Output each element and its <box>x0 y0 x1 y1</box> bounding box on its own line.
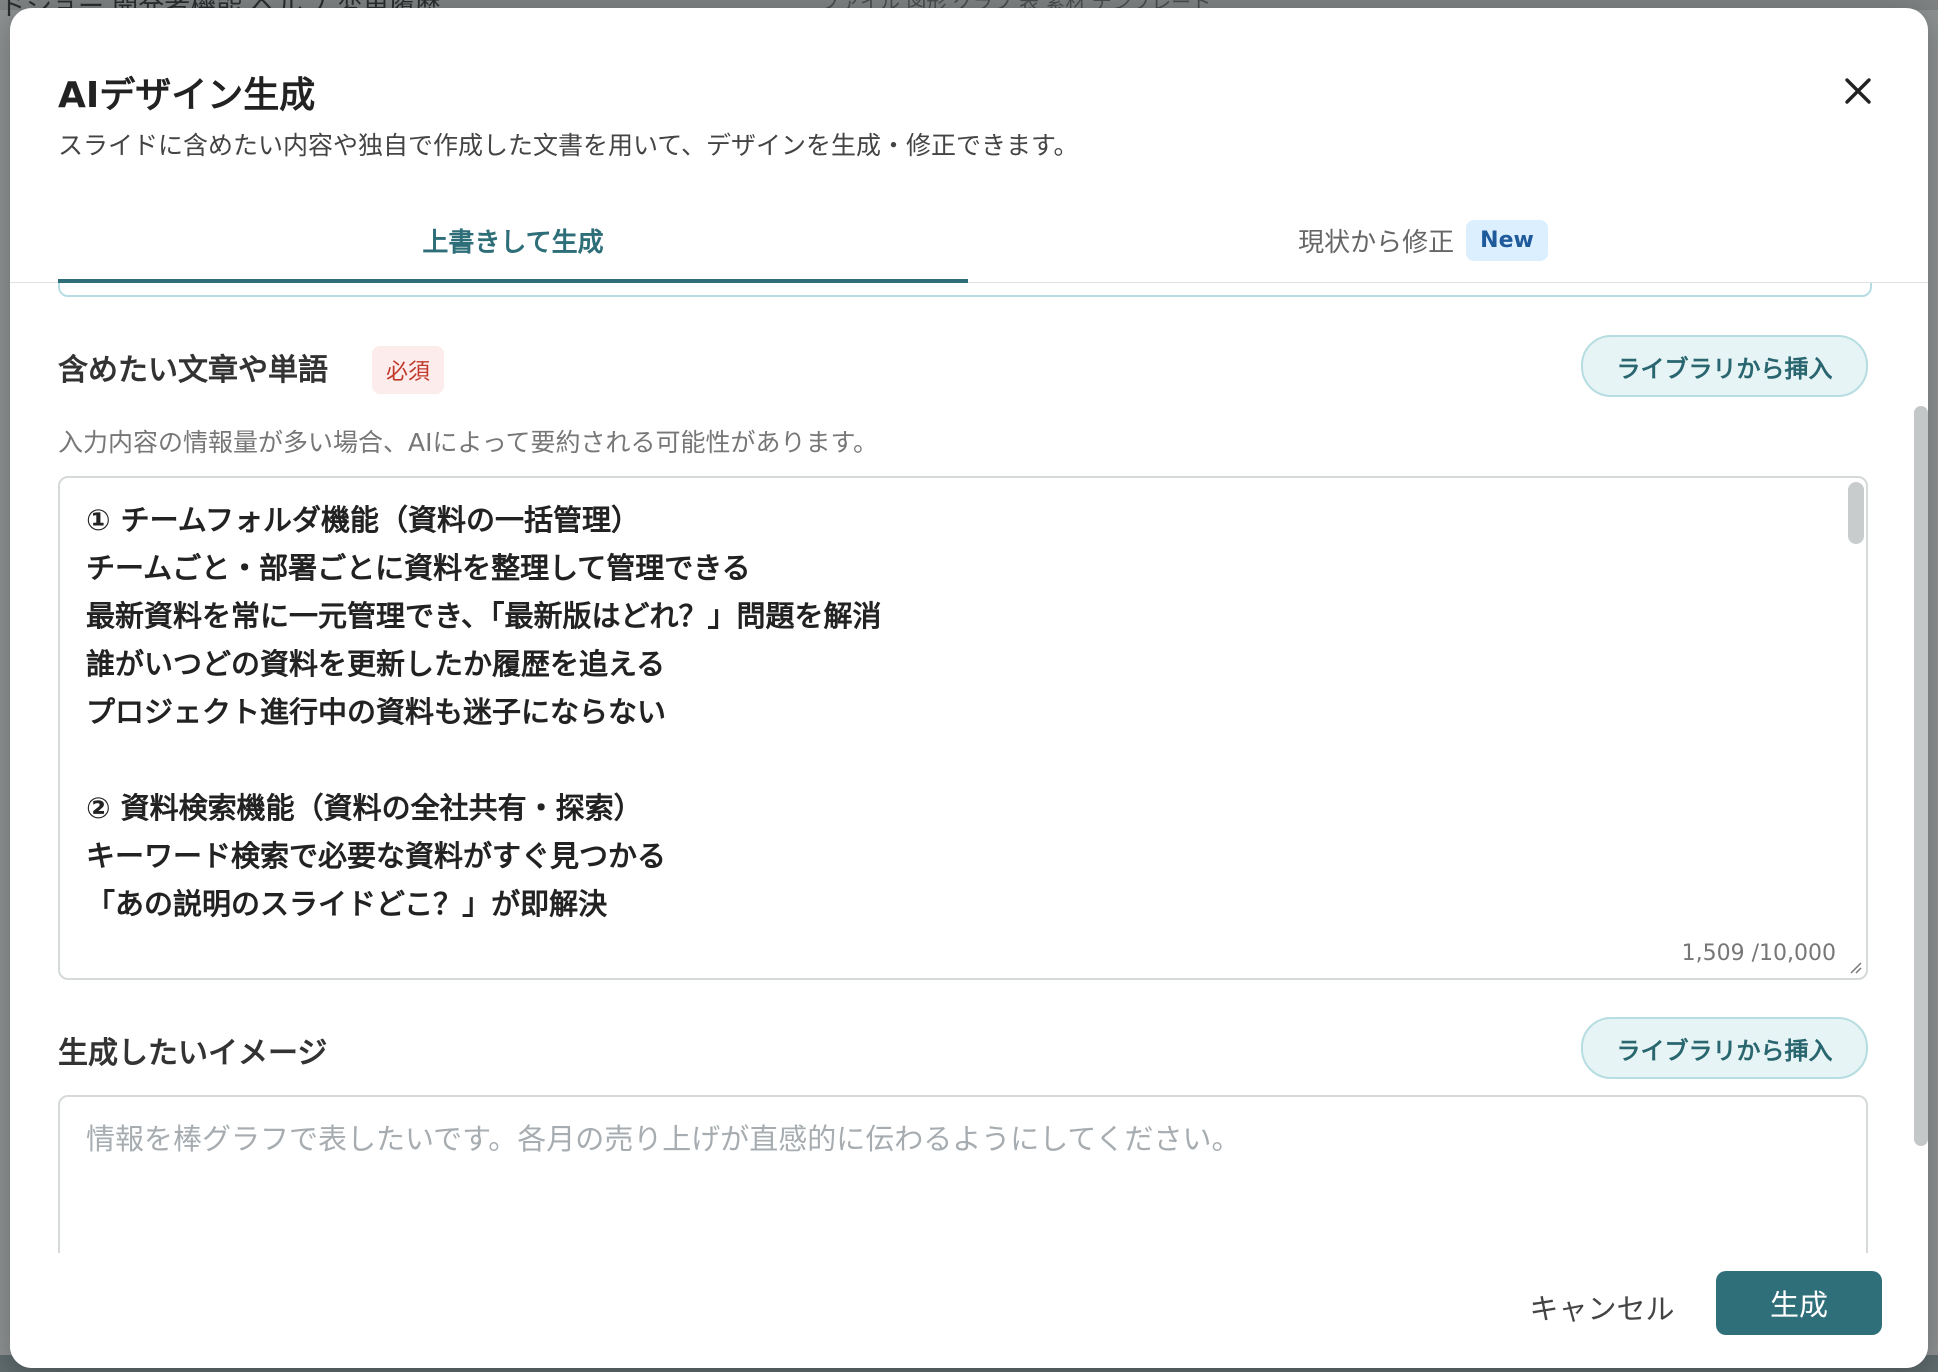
ai-design-modal: AIデザイン生成 スライドに含めたい内容や独自で作成した文書を用いて、デザインを… <box>10 8 1928 1368</box>
tab-modify-current[interactable]: 現状から修正 New <box>968 198 1878 282</box>
textarea-scrollbar[interactable] <box>1848 482 1864 544</box>
modal-scrollbar[interactable] <box>1914 406 1928 1146</box>
resize-grip-icon[interactable] <box>1848 960 1862 974</box>
previous-field-edge <box>58 283 1872 297</box>
image-section-label: 生成したいイメージ <box>58 1036 328 1071</box>
tab-overwrite-label: 上書きして生成 <box>422 227 604 258</box>
tab-modify-label: 現状から修正 <box>1298 227 1455 258</box>
char-count: 1,509 /10,000 <box>1681 941 1836 966</box>
cancel-button[interactable]: キャンセル <box>1522 1275 1682 1339</box>
image-textarea-container <box>58 1095 1868 1253</box>
content-textarea[interactable] <box>60 478 1866 978</box>
content-helper-text: 入力内容の情報量が多い場合、AIによって要約される可能性があります。 <box>58 428 878 457</box>
modal-footer: キャンセル 生成 <box>10 1253 1928 1368</box>
insert-from-library-button[interactable]: ライブラリから挿入 <box>1581 335 1868 397</box>
content-textarea-container: 1,509 /10,000 <box>58 476 1868 980</box>
close-icon <box>1845 78 1871 104</box>
modal-title: AIデザイン生成 <box>58 75 316 116</box>
image-textarea[interactable] <box>60 1097 1866 1253</box>
close-button[interactable] <box>1833 66 1883 116</box>
content-section-label: 含めたい文章や単語 <box>58 353 328 388</box>
insert-from-library-button-2[interactable]: ライブラリから挿入 <box>1581 1017 1868 1079</box>
generate-button[interactable]: 生成 <box>1716 1271 1882 1335</box>
tab-bar: 上書きして生成 現状から修正 New <box>10 198 1928 283</box>
required-badge: 必須 <box>372 346 445 394</box>
form-content[interactable]: 含めたい文章や単語 必須 ライブラリから挿入 入力内容の情報量が多い場合、AIに… <box>10 283 1928 1253</box>
new-badge: New <box>1466 219 1548 261</box>
tab-overwrite-generate[interactable]: 上書きして生成 <box>58 198 968 283</box>
modal-subtitle: スライドに含めたい内容や独自で作成した文書を用いて、デザインを生成・修正できます… <box>58 131 1079 160</box>
